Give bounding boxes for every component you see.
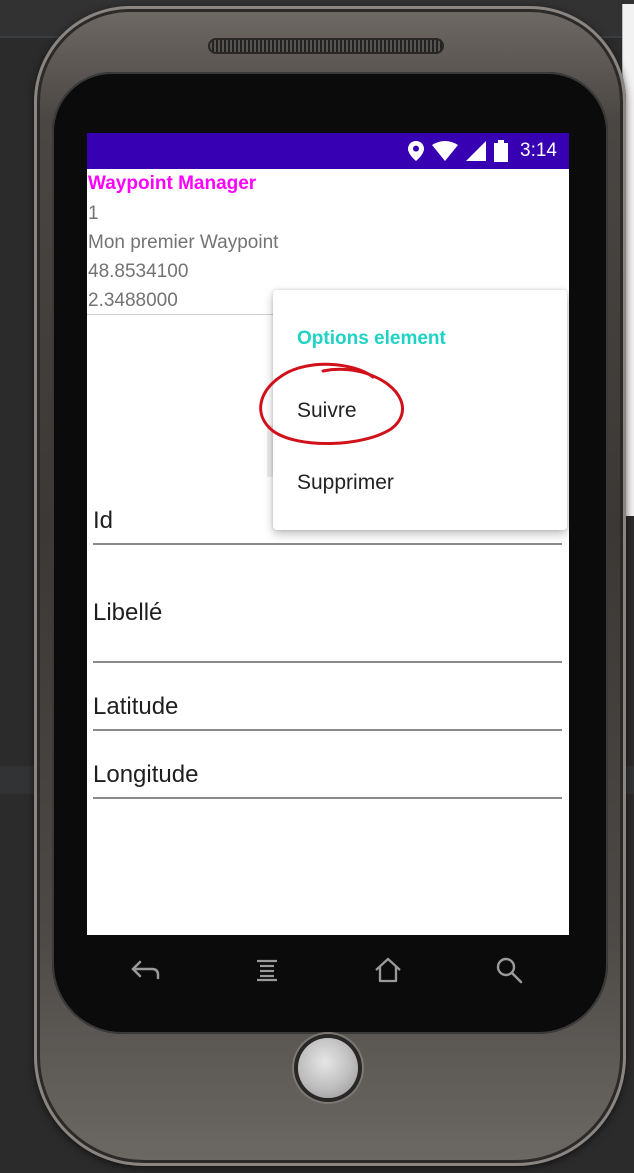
context-menu: Options element Suivre Supprimer bbox=[259, 290, 567, 530]
app-title: Waypoint Manager bbox=[88, 173, 257, 194]
wifi-icon bbox=[432, 141, 459, 161]
device-screen: 3:14 Waypoint Manager 1 Mon premier Wayp… bbox=[87, 133, 569, 935]
waypoint-id[interactable]: 1 bbox=[88, 203, 99, 225]
label-field[interactable]: Libellé bbox=[93, 599, 562, 663]
menu-item-suivre[interactable]: Suivre bbox=[273, 379, 567, 443]
list-item-divider bbox=[87, 314, 277, 315]
back-button[interactable] bbox=[127, 954, 163, 986]
search-button[interactable] bbox=[491, 954, 527, 986]
menu-item-suivre-label: Suivre bbox=[297, 399, 357, 422]
longitude-field-label: Longitude bbox=[93, 761, 199, 788]
longitude-field[interactable]: Longitude bbox=[93, 761, 562, 799]
status-bar: 3:14 bbox=[87, 133, 569, 169]
status-clock: 3:14 bbox=[520, 140, 557, 161]
signal-icon bbox=[466, 141, 487, 161]
waypoint-latitude[interactable]: 48.8534100 bbox=[88, 261, 188, 283]
context-menu-header: Options element bbox=[297, 328, 446, 349]
location-icon bbox=[408, 141, 425, 161]
menu-icon bbox=[257, 959, 277, 982]
battery-icon bbox=[494, 140, 509, 162]
earpiece-speaker bbox=[208, 38, 444, 54]
waypoint-label[interactable]: Mon premier Waypoint bbox=[88, 232, 278, 254]
home-nav-button[interactable] bbox=[370, 954, 406, 986]
hardware-home-button[interactable] bbox=[298, 1038, 358, 1098]
search-icon bbox=[496, 957, 523, 984]
home-icon bbox=[375, 957, 401, 983]
menu-item-supprimer[interactable]: Supprimer bbox=[273, 451, 567, 515]
latitude-field[interactable]: Latitude bbox=[93, 693, 562, 731]
label-field-label: Libellé bbox=[93, 599, 163, 626]
waypoint-longitude[interactable]: 2.3488000 bbox=[88, 290, 178, 312]
id-field-label: Id bbox=[93, 507, 114, 534]
latitude-field-label: Latitude bbox=[93, 693, 179, 720]
menu-item-supprimer-label: Supprimer bbox=[297, 471, 394, 494]
menu-button[interactable] bbox=[249, 954, 285, 986]
navigation-bar bbox=[87, 940, 569, 1000]
back-icon bbox=[131, 960, 160, 980]
